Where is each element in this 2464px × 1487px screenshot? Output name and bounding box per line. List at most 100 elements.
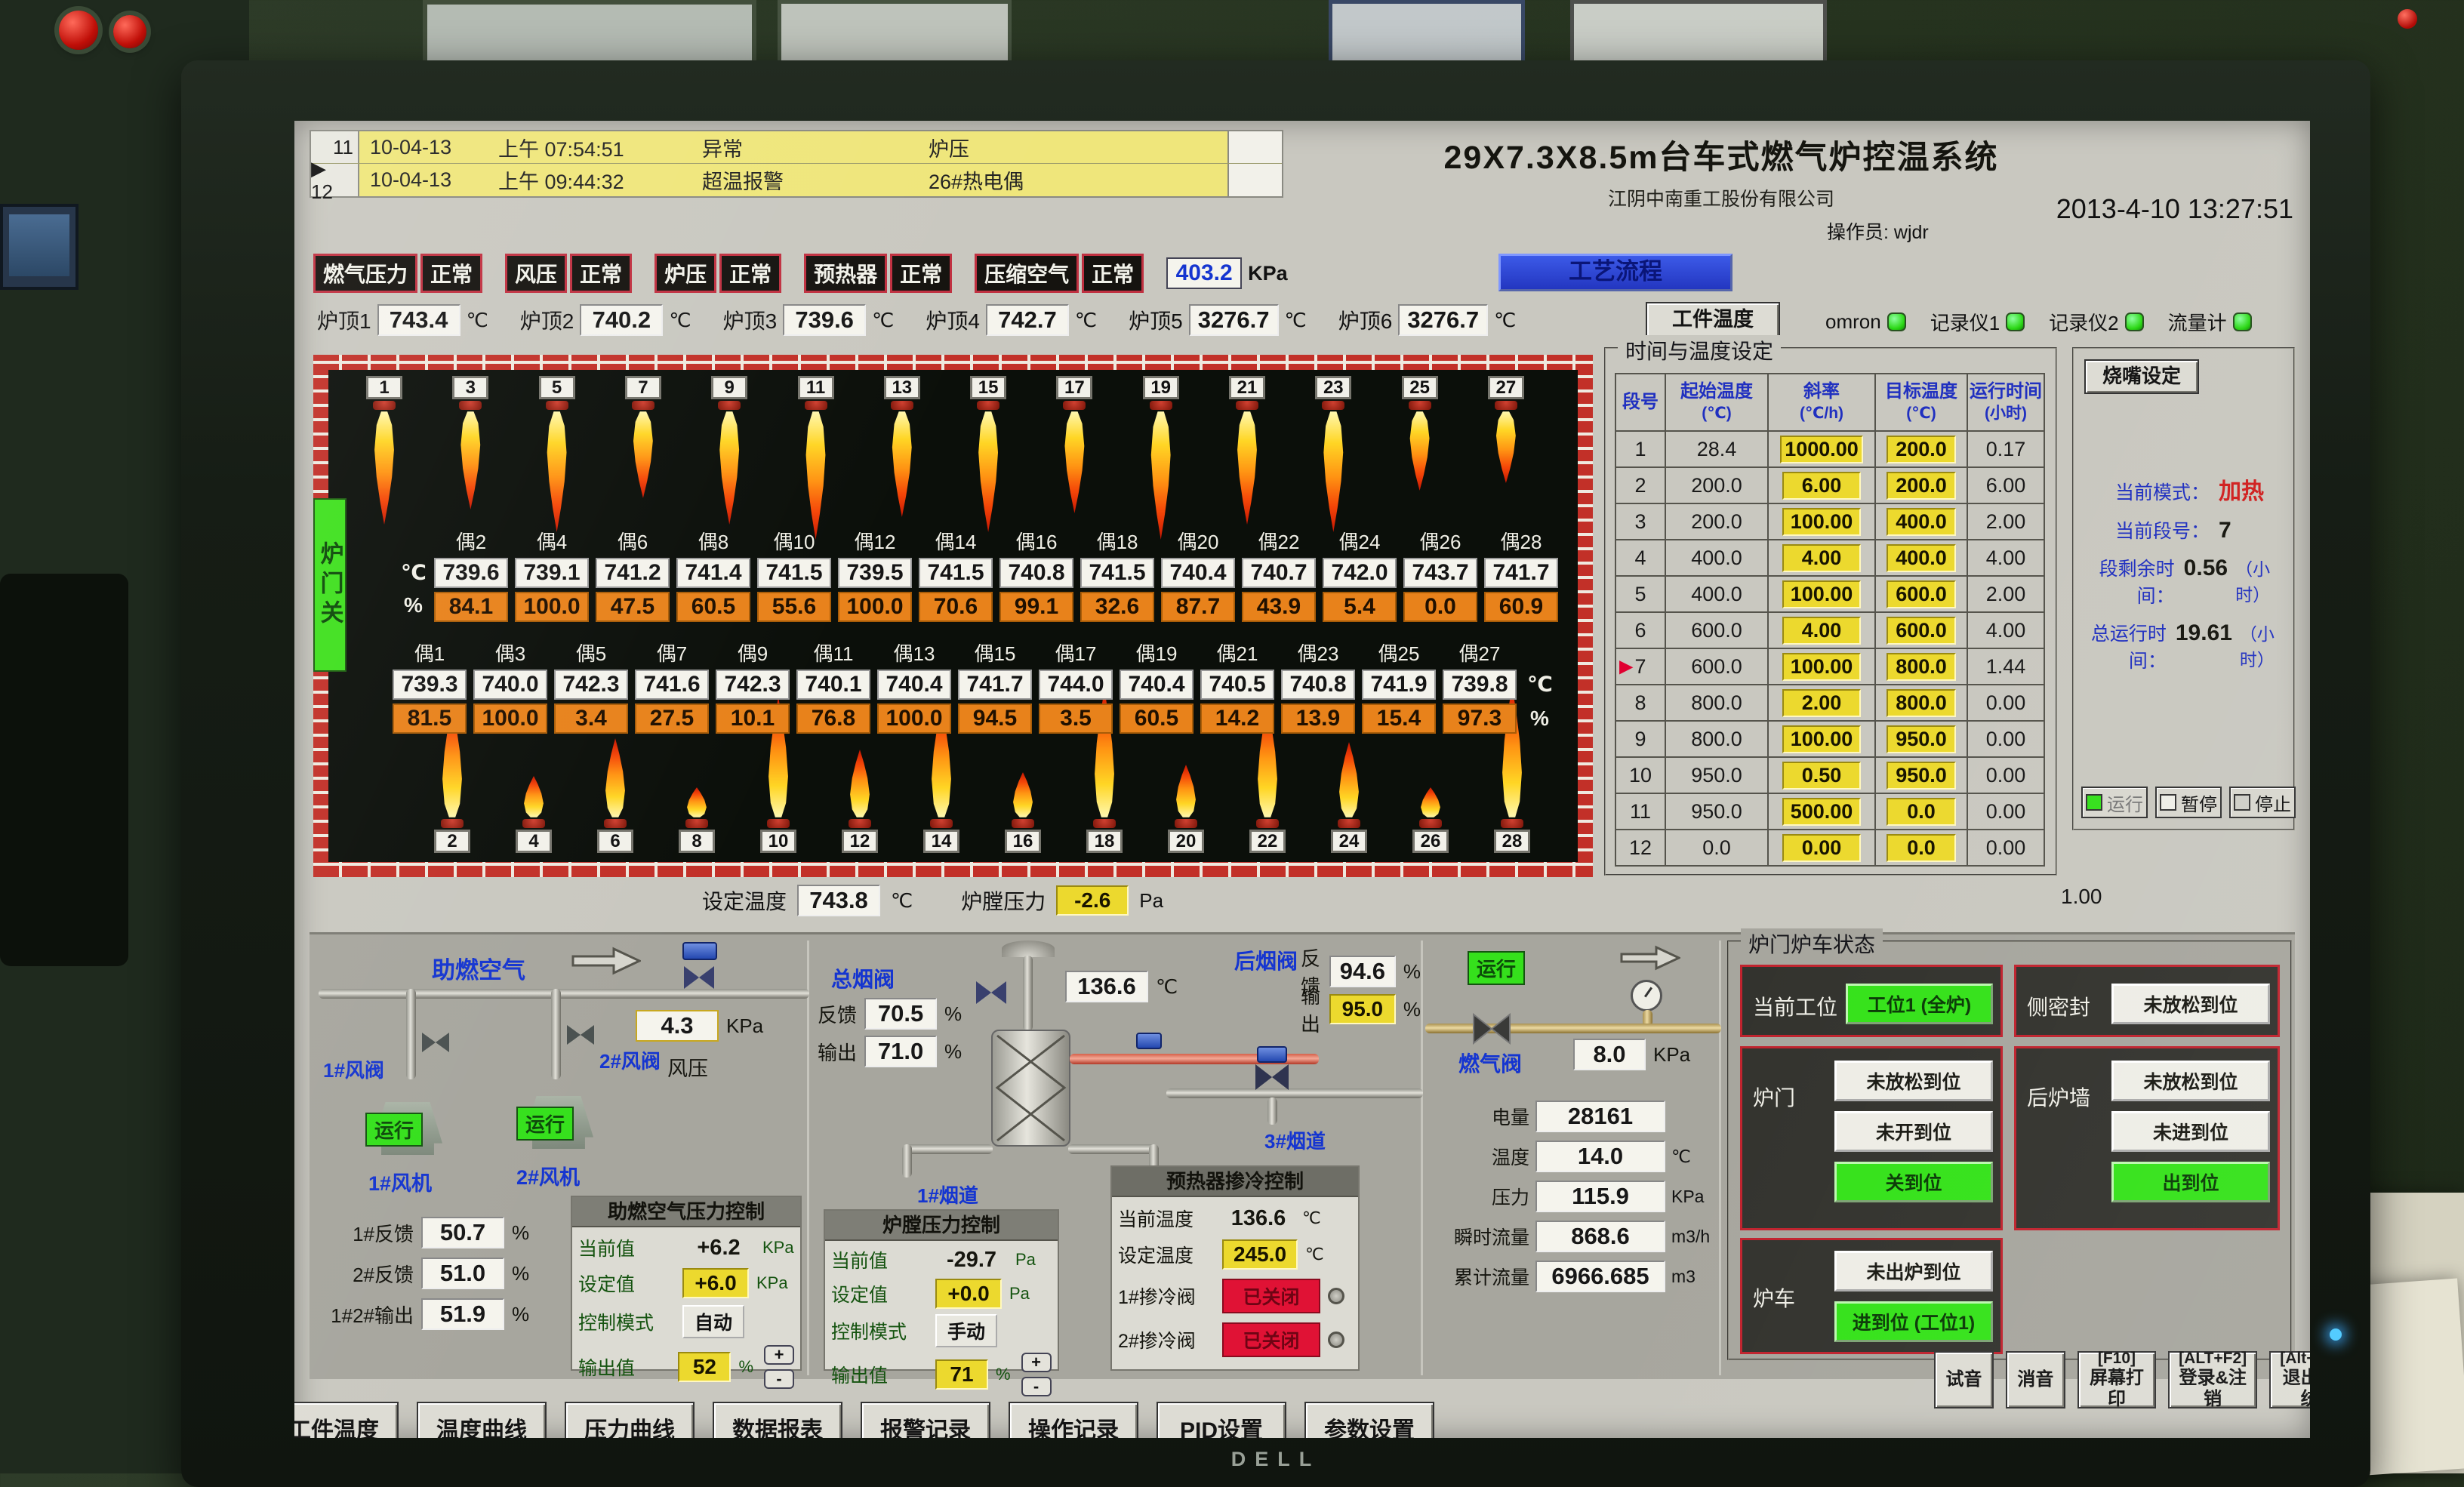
segment-rate-field[interactable]: 6.00 [1782,472,1861,500]
segment-rate-field[interactable]: 500.00 [1782,798,1861,826]
bottom-button-压力曲线[interactable]: 压力曲线 [565,1402,695,1438]
process-flow-button[interactable]: 工艺流程 [1498,254,1732,291]
cool-valve2-label: 2#掺冷阀 [1118,1326,1215,1353]
pipe-sensor-icon [1136,1033,1162,1049]
system-button-退出系统[interactable]: [Alt+F4]退出系统 [2269,1351,2310,1408]
output-value[interactable]: 71 [935,1359,988,1390]
bottom-button-参数设置[interactable]: 参数设置 [1304,1402,1434,1438]
burner-settings-button[interactable]: 烧嘴设定 [2084,359,2199,394]
roof-temp-value: 3276.7 [1189,304,1279,336]
segment-target-field[interactable]: 950.0 [1886,762,1956,790]
segment-target-field[interactable]: 400.0 [1886,544,1956,572]
segment-target-field[interactable]: 0.0 [1886,798,1956,826]
bottom-button-数据报表[interactable]: 数据报表 [713,1402,842,1438]
thermocouple-temp: 741.7 [1484,558,1558,588]
mode-button[interactable]: 手动 [935,1314,997,1347]
bottom-button-报警记录[interactable]: 报警记录 [861,1402,990,1438]
set-value[interactable]: +0.0 [935,1279,1002,1309]
system-button-屏幕打印[interactable]: [F10]屏幕打印 [2077,1351,2156,1408]
segment-rate-field[interactable]: 100.00 [1782,580,1861,608]
segment-rate-field[interactable]: 100.00 [1782,725,1861,753]
burner-nozzle-icon [685,819,708,828]
alarm-row[interactable]: ▶ 1210-04-13上午 09:44:32超温报警26#热电偶 [311,164,1282,196]
thermocouple-column: 偶6741.247.5 [596,527,670,622]
main-fb-value: 70.5 [864,998,937,1030]
segment-rate-field[interactable]: 100.00 [1782,508,1861,536]
gas-row-value: 115.9 [1535,1181,1665,1212]
fan2-run-tag: 运行 [516,1107,574,1141]
station-label: 当前工位 [1753,991,1837,1021]
minus-button[interactable]: - [1021,1377,1052,1396]
thermocouple-temp: 739.3 [393,670,467,700]
thermocouple-label: 偶8 [676,527,750,555]
burner-settings-group: 烧嘴设定 当前模式：加热 当前段号：7 段剩余时间：0.56（小时） 总运行时间… [2072,347,2295,830]
indicator-label: 流量计 [2168,308,2227,336]
thermocouple-column: 偶3740.0100.0 [473,639,547,734]
run-button[interactable]: 运行 [2081,787,2148,818]
alarm-row[interactable]: 1110-04-13上午 07:54:51异常炉压 [311,131,1282,164]
plus-button[interactable]: + [1021,1353,1052,1372]
segment-rate-field[interactable]: 1000.00 [1780,436,1863,463]
thermocouple-column: 偶14741.570.6 [919,527,993,622]
segment-rate-field[interactable]: 0.00 [1782,834,1861,862]
thermocouple-output-percent: 99.1 [999,592,1073,622]
burner-bottom: 26 [1412,787,1449,853]
system-button-登录&注销[interactable]: [ALT+F2]登录&注销 [2168,1351,2257,1408]
system-button-消音[interactable]: 消音 [2006,1351,2065,1408]
flame-icon [1010,772,1036,817]
minus-button[interactable]: - [764,1369,794,1389]
gas-row-label: 累计流量 [1430,1263,1529,1290]
segment-rate-field[interactable]: 2.00 [1782,689,1861,717]
segment-target-field[interactable]: 600.0 [1886,617,1956,645]
bottom-button-操作记录[interactable]: 操作记录 [1009,1402,1138,1438]
mode-button[interactable]: 自动 [682,1305,744,1338]
hotkey-label: [F10] [2098,1350,2136,1368]
system-button-试音[interactable]: 试音 [1934,1351,1994,1408]
indicator-记录仪2: 记录仪2 [2049,308,2143,336]
segment-target-field[interactable]: 400.0 [1886,508,1956,536]
thermocouple-column: 偶4739.1100.0 [515,527,589,622]
segment-target-field[interactable]: 200.0 [1886,436,1956,463]
burner-nozzle-icon [546,401,568,410]
segment-row: 3200.0100.00400.02.00 [1615,503,2044,540]
segment-target-field[interactable]: 800.0 [1886,689,1956,717]
gas-valve-icon [1472,1013,1511,1045]
thermocouple-temp: 741.5 [757,558,831,588]
burner-number: 16 [1005,830,1041,853]
thermocouple-column: 偶25741.915.4 [1362,639,1436,734]
burner-number: 2 [434,830,470,853]
burner-top: 11 [798,376,834,540]
chamber-pressure-control-panel: 炉膛压力控制 当前值-29.7Pa 设定值+0.0Pa 控制模式手动 输出值71… [824,1209,1059,1371]
segment-target-field[interactable]: 600.0 [1886,580,1956,608]
set-value[interactable]: +6.0 [682,1268,749,1298]
burner-nozzle-icon [891,401,913,410]
segment-rate-field[interactable]: 4.00 [1782,544,1861,572]
segment-target-field[interactable]: 950.0 [1886,725,1956,753]
segment-rate: 1000.00 [1768,431,1875,467]
roof-temp-value: 739.6 [783,304,866,336]
segment-rate-field[interactable]: 0.50 [1782,762,1861,790]
workpiece-temperature-button[interactable]: 工件温度 [1646,302,1780,338]
segment-target-field[interactable]: 0.0 [1886,834,1956,862]
thermocouple-label: 偶12 [838,527,912,555]
segment-target-field[interactable]: 800.0 [1886,653,1956,681]
thermocouple-temp: 740.4 [1120,670,1194,700]
thermocouple-output-percent: 60.5 [676,592,750,622]
main-flue-valve-label: 总烟阀 [831,963,895,993]
thermocouple-label: 偶26 [1403,527,1477,555]
door-label: 炉门 [1753,1082,1795,1112]
segment-rate-field[interactable]: 100.00 [1782,653,1861,681]
flame-icon [371,411,397,525]
bottom-button-工件温度[interactable]: 工件温度 [294,1402,399,1438]
pause-button[interactable]: 暂停 [2155,787,2222,818]
output-value[interactable]: 52 [678,1352,731,1382]
thermocouple-temp: 740.8 [1281,670,1355,700]
stop-button[interactable]: 停止 [2229,787,2296,818]
set-temp-value[interactable]: 245.0 [1222,1239,1298,1270]
segment-rate-field[interactable]: 4.00 [1782,617,1861,645]
segment-target-field[interactable]: 200.0 [1886,472,1956,500]
thermocouple-temp: 744.0 [1039,670,1113,700]
plus-button[interactable]: + [764,1345,794,1365]
bottom-button-温度曲线[interactable]: 温度曲线 [417,1402,547,1438]
bottom-button-PID设置[interactable]: PID设置 [1157,1402,1286,1438]
